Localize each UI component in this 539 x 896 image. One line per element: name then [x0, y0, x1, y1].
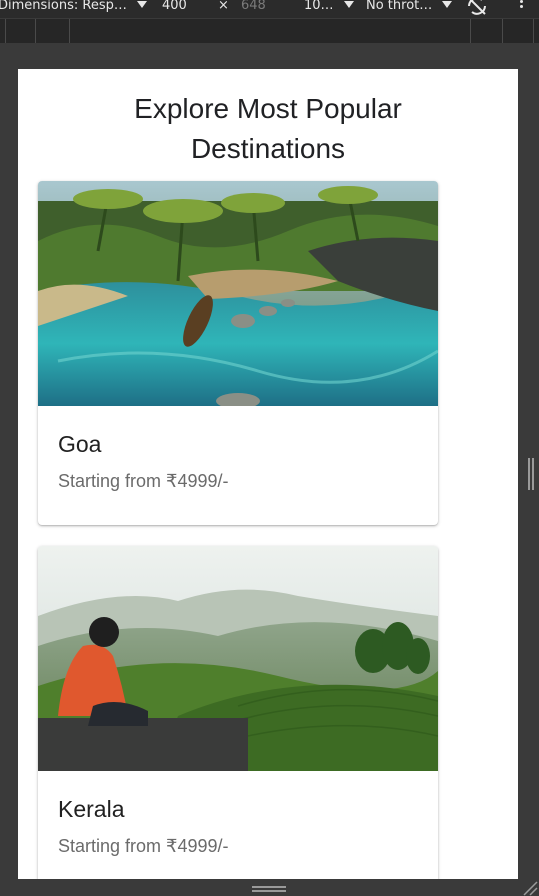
height-input[interactable]: 648: [241, 0, 266, 18]
destination-card-kerala[interactable]: Kerala Starting from ₹4999/-: [38, 546, 438, 879]
page-title-line1: Explore Most Popular: [134, 93, 402, 124]
page-viewport: Explore Most Popular Destinations Goa St…: [18, 69, 518, 879]
goa-beach-image: [38, 181, 438, 406]
page-title-line2: Destinations: [190, 133, 346, 164]
right-resize-handle[interactable]: [528, 458, 534, 490]
kerala-hills-image: [38, 546, 438, 771]
card-price: Starting from ₹4999/-: [58, 836, 229, 856]
card-title: Goa: [58, 431, 102, 457]
corner-resize-handle[interactable]: [522, 880, 538, 896]
card-title: Kerala: [58, 796, 125, 822]
chevron-down-icon: [137, 1, 147, 8]
page-title: Explore Most Popular Destinations: [18, 89, 518, 169]
chevron-down-icon: [343, 1, 354, 8]
devtools-device-toolbar: Dimensions: Resp… 400 × 648 10… No throt…: [0, 0, 539, 18]
zoom-label: 10…: [304, 0, 334, 13]
throttle-dropdown[interactable]: No throt…: [366, 0, 453, 18]
media-query-ruler[interactable]: [0, 18, 539, 44]
zoom-dropdown[interactable]: 10…: [304, 0, 354, 18]
dimensions-dropdown[interactable]: Dimensions: Resp…: [0, 0, 147, 18]
destination-card-goa[interactable]: Goa Starting from ₹4999/-: [38, 181, 438, 525]
times-icon: ×: [218, 0, 229, 13]
rotate-icon[interactable]: [465, 0, 489, 18]
throttle-label: No throt…: [366, 0, 433, 13]
chevron-down-icon: [442, 1, 453, 8]
bottom-resize-handle[interactable]: [252, 886, 286, 894]
dimensions-label: Dimensions: Resp…: [0, 0, 127, 13]
card-price: Starting from ₹4999/-: [58, 471, 229, 491]
more-options-icon[interactable]: [520, 0, 524, 10]
width-input[interactable]: 400: [162, 0, 187, 18]
